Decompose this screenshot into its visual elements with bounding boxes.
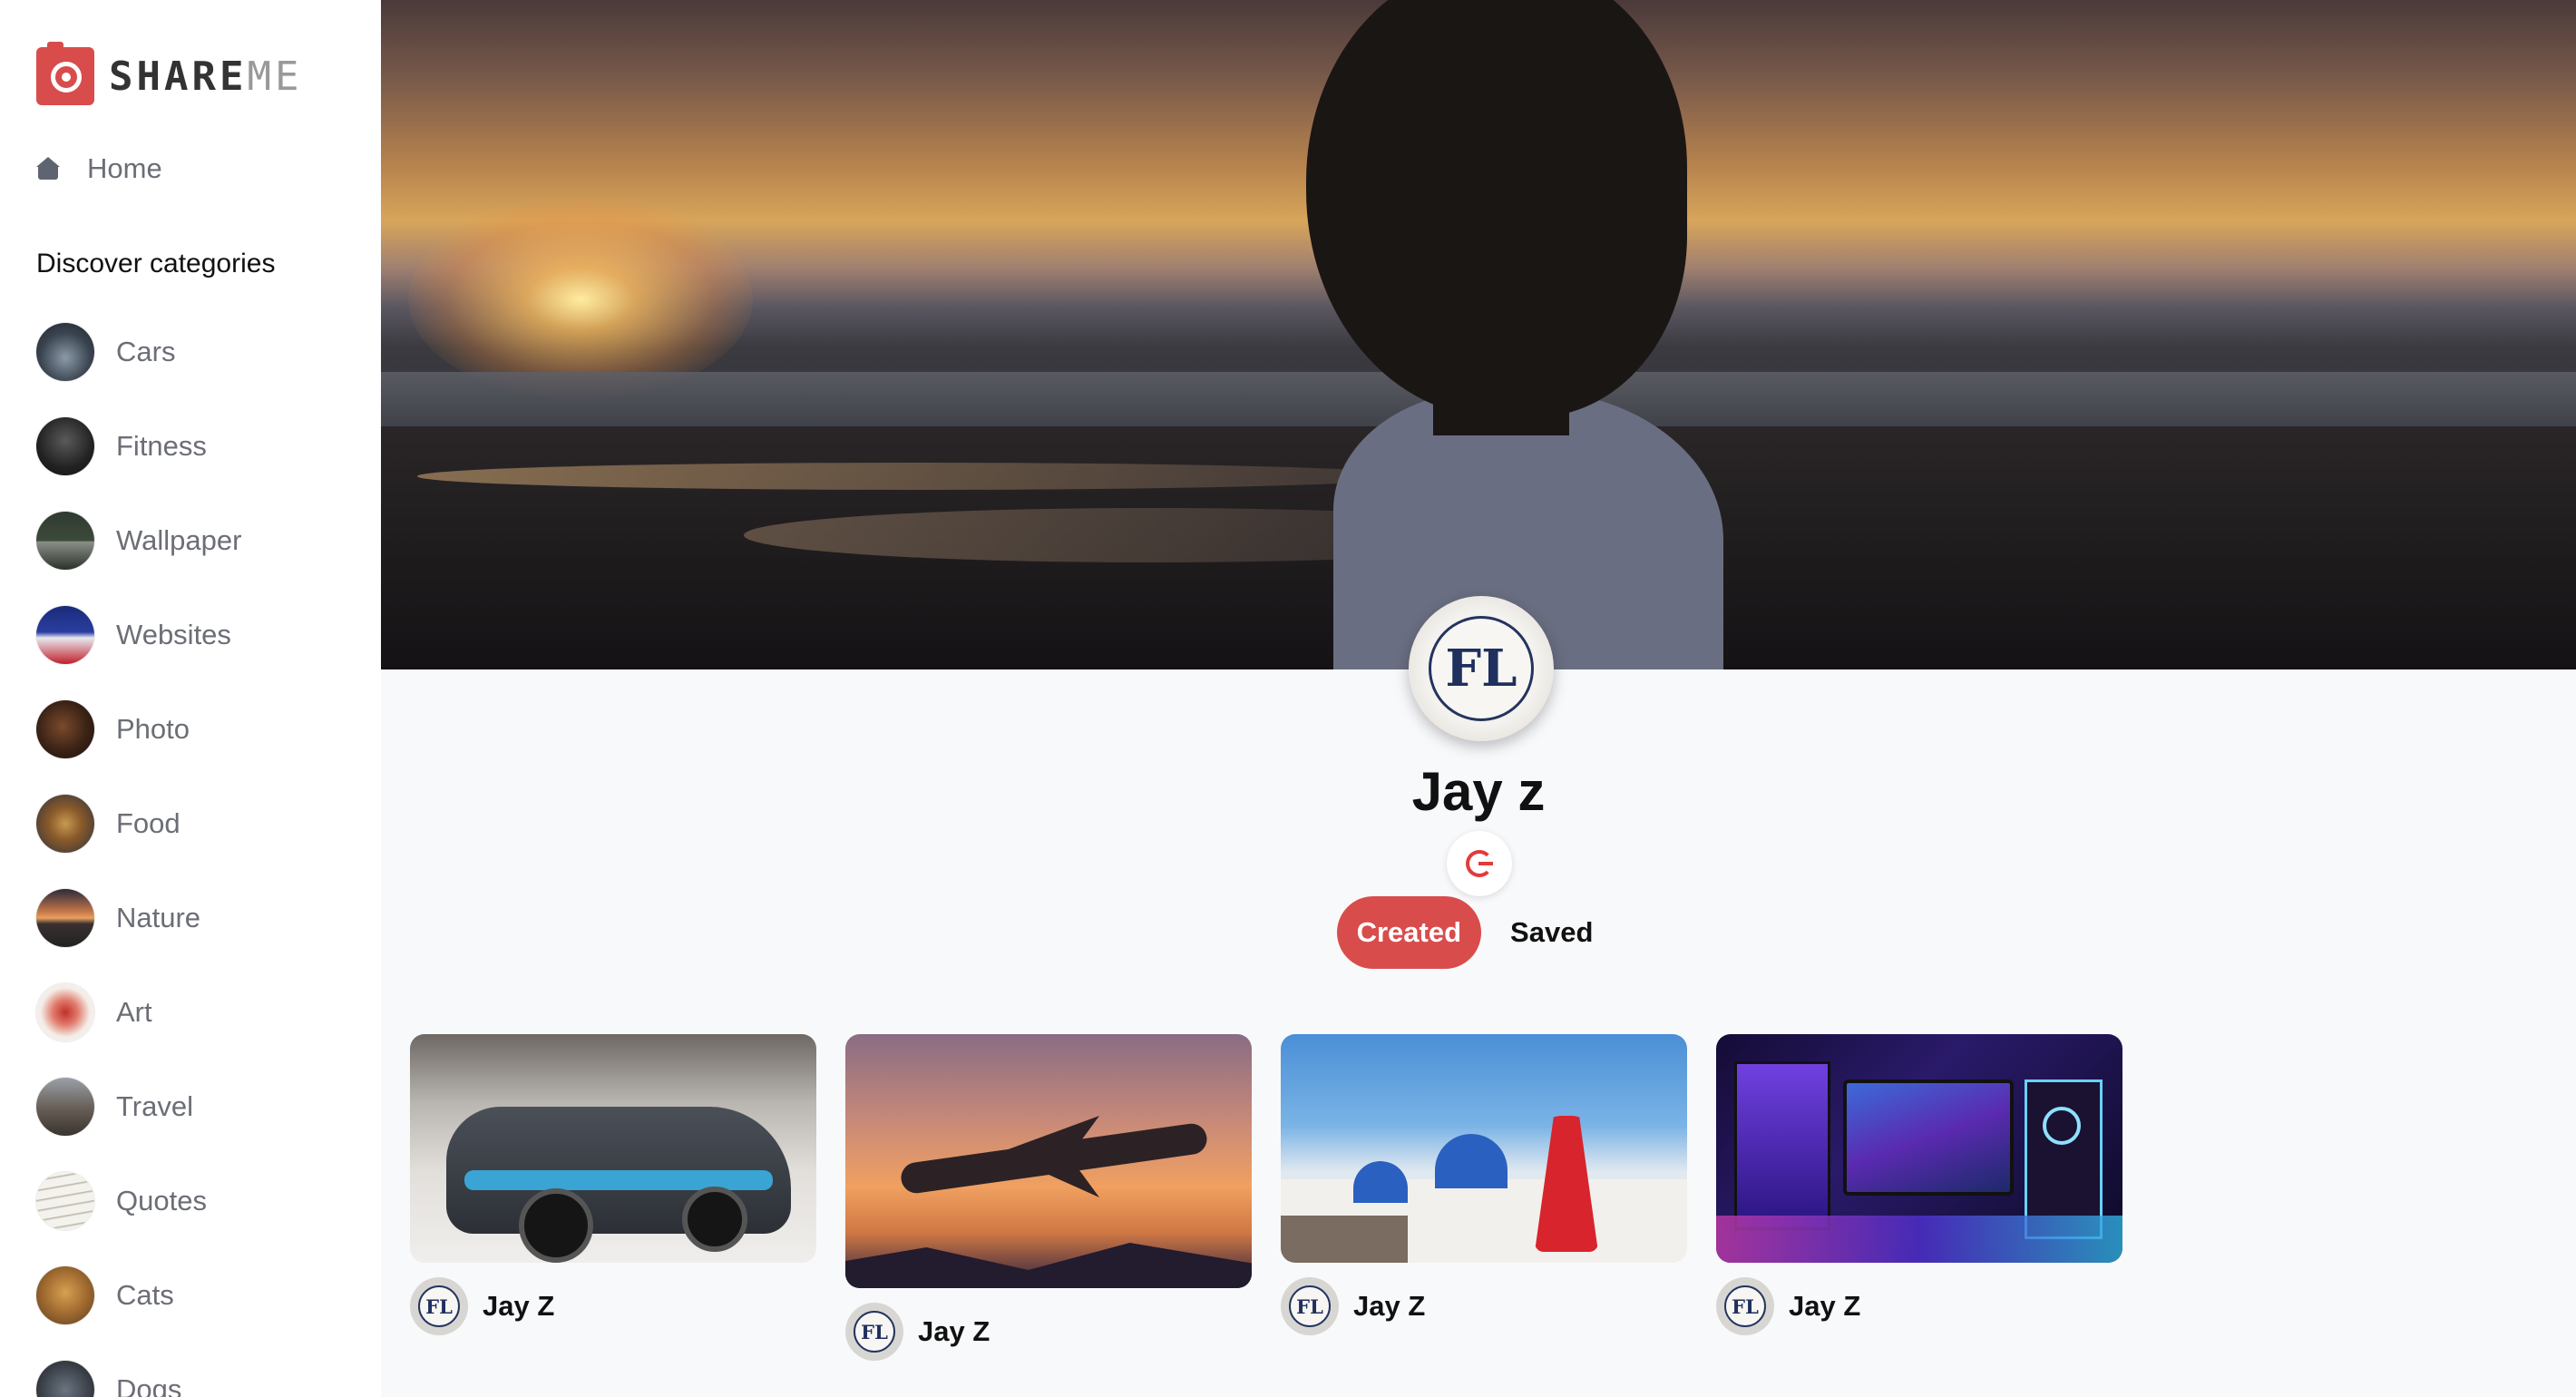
avatar: FL xyxy=(845,1303,903,1361)
avatar-logo: FL xyxy=(854,1311,895,1353)
discover-heading: Discover categories xyxy=(36,249,276,278)
category-thumbnail xyxy=(36,1172,94,1230)
sidebar-item-label: Websites xyxy=(116,619,231,650)
sidebar-item-nature[interactable]: Nature xyxy=(36,889,241,947)
sidebar-item-food[interactable]: Food xyxy=(36,795,241,853)
sidebar-item-label: Dogs xyxy=(116,1373,182,1397)
sidebar-item-cars[interactable]: Cars xyxy=(36,323,241,381)
pin-image[interactable] xyxy=(1281,1034,1687,1263)
camera-icon xyxy=(36,42,94,105)
sidebar-item-label: Home xyxy=(87,152,162,184)
category-list: Cars Fitness Wallpaper Websites Photo Fo… xyxy=(36,323,241,1397)
sidebar: SHAREME Home Discover categories Cars Fi… xyxy=(0,0,381,1397)
category-thumbnail xyxy=(36,512,94,570)
logout-icon xyxy=(1466,850,1493,877)
sidebar-item-travel[interactable]: Travel xyxy=(36,1078,241,1136)
logo-text: SHAREME xyxy=(109,53,303,100)
sidebar-item-label: Fitness xyxy=(116,430,207,462)
category-thumbnail xyxy=(36,700,94,758)
pin-author-name: Jay Z xyxy=(483,1290,555,1322)
avatar-logo: FL xyxy=(1724,1285,1766,1327)
pin-author-name: Jay Z xyxy=(1789,1290,1861,1322)
category-thumbnail xyxy=(36,1266,94,1324)
pin-author[interactable]: FL Jay Z xyxy=(1281,1277,1687,1335)
sidebar-item-fitness[interactable]: Fitness xyxy=(36,417,241,475)
sidebar-item-label: Nature xyxy=(116,902,201,933)
category-thumbnail xyxy=(36,1361,94,1397)
pin-card[interactable]: FL Jay Z xyxy=(410,1034,816,1335)
logout-button[interactable] xyxy=(1447,831,1512,896)
profile-avatar: FL xyxy=(1409,596,1554,741)
pin-image[interactable] xyxy=(845,1034,1252,1288)
category-thumbnail xyxy=(36,606,94,664)
category-thumbnail xyxy=(36,889,94,947)
profile-banner-image xyxy=(381,0,2576,669)
category-thumbnail xyxy=(36,417,94,475)
category-thumbnail xyxy=(36,983,94,1041)
sidebar-item-label: Photo xyxy=(116,713,190,745)
avatar-logo: FL xyxy=(1429,616,1534,721)
home-icon xyxy=(36,157,60,181)
sidebar-item-dogs[interactable]: Dogs xyxy=(36,1361,241,1397)
pin-card[interactable]: FL Jay Z xyxy=(1716,1034,2122,1335)
sidebar-item-label: Art xyxy=(116,996,152,1028)
sidebar-item-quotes[interactable]: Quotes xyxy=(36,1172,241,1230)
tab-saved[interactable]: Saved xyxy=(1492,896,1611,969)
pin-image[interactable] xyxy=(1716,1034,2122,1263)
avatar: FL xyxy=(410,1277,468,1335)
sidebar-item-wallpaper[interactable]: Wallpaper xyxy=(36,512,241,570)
sidebar-item-label: Cars xyxy=(116,336,176,367)
profile-page: FL Jay z Created Saved FL Jay Z FL Jay Z… xyxy=(381,0,2576,1397)
sidebar-item-photo[interactable]: Photo xyxy=(36,700,241,758)
avatar: FL xyxy=(1281,1277,1339,1335)
sidebar-item-home[interactable]: Home xyxy=(36,152,162,185)
pin-image[interactable] xyxy=(410,1034,816,1263)
sidebar-item-label: Wallpaper xyxy=(116,524,242,556)
pin-card[interactable]: FL Jay Z xyxy=(845,1034,1252,1361)
pin-author-name: Jay Z xyxy=(1353,1290,1426,1322)
sidebar-item-websites[interactable]: Websites xyxy=(36,606,241,664)
sidebar-item-label: Quotes xyxy=(116,1185,207,1216)
tab-created[interactable]: Created xyxy=(1336,896,1482,969)
category-thumbnail xyxy=(36,323,94,381)
pin-author-name: Jay Z xyxy=(918,1315,990,1347)
avatar: FL xyxy=(1716,1277,1774,1335)
pin-author[interactable]: FL Jay Z xyxy=(410,1277,816,1335)
profile-tabs: Created Saved xyxy=(381,896,2576,969)
sidebar-item-cats[interactable]: Cats xyxy=(36,1266,241,1324)
category-thumbnail xyxy=(36,795,94,853)
logo[interactable]: SHAREME xyxy=(36,42,303,105)
avatar-logo: FL xyxy=(418,1285,460,1327)
profile-name: Jay z xyxy=(1411,761,1546,822)
sidebar-item-label: Travel xyxy=(116,1090,193,1122)
category-thumbnail xyxy=(36,1078,94,1136)
pin-card[interactable]: FL Jay Z xyxy=(1281,1034,1687,1335)
sidebar-item-label: Cats xyxy=(116,1279,174,1311)
pin-author[interactable]: FL Jay Z xyxy=(1716,1277,2122,1335)
sidebar-item-label: Food xyxy=(116,807,181,839)
avatar-logo: FL xyxy=(1289,1285,1331,1327)
sidebar-item-art[interactable]: Art xyxy=(36,983,241,1041)
pin-author[interactable]: FL Jay Z xyxy=(845,1303,1252,1361)
